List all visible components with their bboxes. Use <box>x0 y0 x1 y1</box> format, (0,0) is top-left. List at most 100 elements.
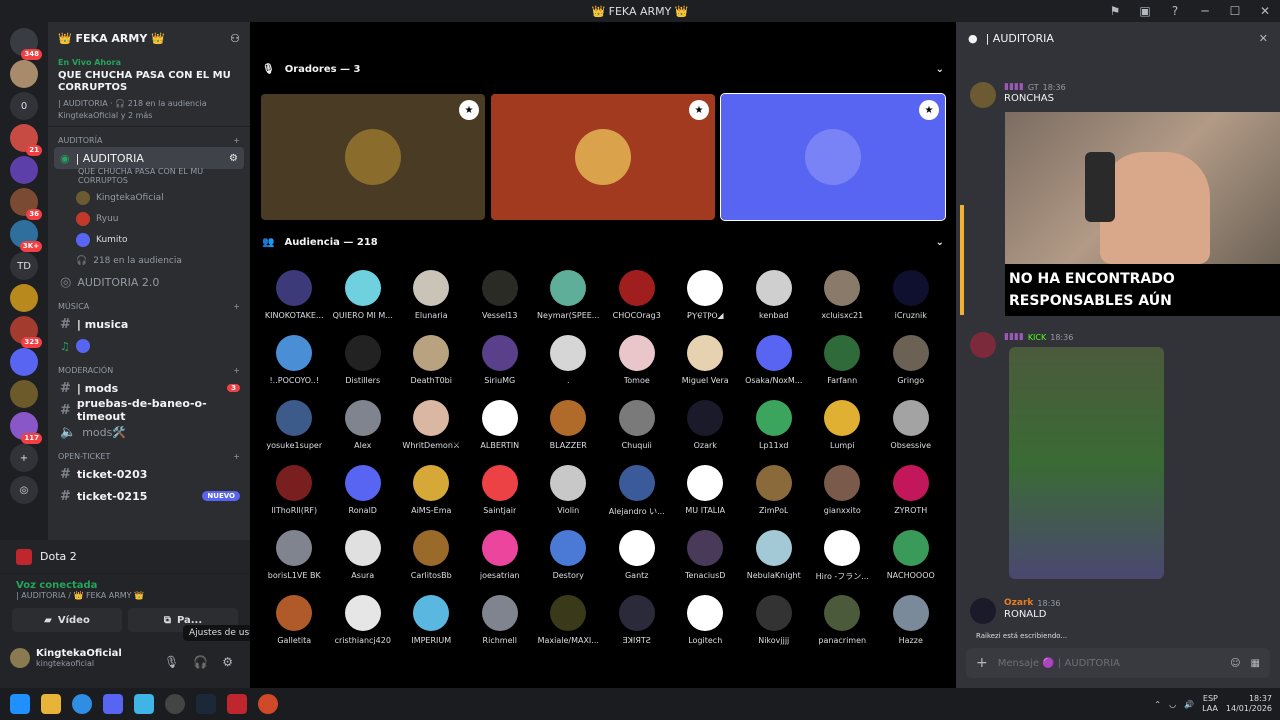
add-member-icon[interactable]: ⚇ <box>230 32 240 45</box>
chevron-down-icon[interactable]: ⌄ <box>936 237 944 248</box>
channel-ticket-0203[interactable]: # ticket-0203 <box>48 463 250 485</box>
audience-member[interactable]: panacrimen <box>808 595 877 652</box>
audience-member[interactable]: Distillers <box>329 335 398 392</box>
audience-member[interactable]: NebulaKnight <box>740 530 809 587</box>
current-user[interactable]: KingtekaOficial kingtekaoficial <box>10 648 122 668</box>
audience-member[interactable]: IMPERIUM <box>397 595 466 652</box>
category-open-ticket[interactable]: OPEN-TICKET + <box>48 449 250 463</box>
audience-member[interactable]: Obsessive <box>877 400 946 457</box>
audience-member[interactable]: Asura <box>329 530 398 587</box>
server-icon[interactable] <box>10 156 38 184</box>
message-input[interactable]: + Mensaje 🟣 | AUDITORIA ☺ ▦ <box>966 648 1270 678</box>
chevron-up-icon[interactable]: ⌃ <box>1154 700 1161 709</box>
guild-header[interactable]: 👑 FEKA ARMY 👑 ⚇ <box>48 22 250 54</box>
headphones-icon[interactable]: 🎧 <box>193 655 208 669</box>
speaker-tile[interactable]: ★ <box>261 94 485 220</box>
server-icon[interactable]: TD <box>10 252 38 280</box>
audience-member[interactable]: Chuquii <box>603 400 672 457</box>
server-icon[interactable]: 21 <box>10 124 42 156</box>
audience-member[interactable]: Hiro -フラン... <box>808 530 877 587</box>
inbox-icon[interactable]: ⚑ <box>1100 4 1130 18</box>
dota-icon[interactable] <box>227 694 247 714</box>
voice-location[interactable]: | AUDITORIA / 👑 FEKA ARMY 👑 <box>16 591 234 600</box>
server-icon[interactable] <box>10 60 38 88</box>
audience-member[interactable]: QUIERO MI M... <box>329 270 398 327</box>
channel-settings-icon[interactable]: ⚙ <box>229 153 238 164</box>
audience-member[interactable]: Hazze <box>877 595 946 652</box>
voice-member[interactable]: Ryuu <box>48 208 250 229</box>
audience-count[interactable]: 🎧 218 en la audiencia <box>48 250 250 271</box>
server-icon[interactable] <box>10 348 38 376</box>
channel-mods[interactable]: # | mods 3 <box>48 377 250 399</box>
channel-musica-voice[interactable]: ♫ <box>48 335 250 357</box>
channel-pruebas[interactable]: # pruebas-de-baneo-o-timeout <box>48 397 250 423</box>
emoji-icon[interactable]: ☺ <box>1230 658 1240 669</box>
channel-musica[interactable]: # | musica <box>48 313 250 335</box>
audience-member[interactable]: AiMS-Ema <box>397 465 466 522</box>
speaker-tile[interactable]: ★ <box>720 93 946 221</box>
speaker-tile[interactable]: ★ <box>491 94 715 220</box>
category-musica[interactable]: MÚSICA + <box>48 299 250 313</box>
server-icon[interactable]: 117 <box>10 412 42 444</box>
audience-member[interactable]: borisL1VE BK <box>260 530 329 587</box>
steam-icon[interactable] <box>196 694 216 714</box>
audience-member[interactable]: Destory <box>534 530 603 587</box>
channel-ticket-0215[interactable]: # ticket-0215 NUEVO <box>48 485 250 507</box>
channel-auditoria[interactable]: ◉ | AUDITORIA ⚙ <box>54 147 244 169</box>
explore-icon[interactable]: ◎ <box>10 476 38 504</box>
plus-icon[interactable]: + <box>976 655 988 671</box>
audience-member[interactable]: ALBERTIN <box>466 400 535 457</box>
audience-member[interactable]: Gantz <box>603 530 672 587</box>
audience-member[interactable]: Gringo <box>877 335 946 392</box>
server-icon[interactable] <box>10 380 38 408</box>
audience-member[interactable]: MU ITALIA <box>671 465 740 522</box>
edge-icon[interactable] <box>72 694 92 714</box>
audience-member[interactable]: Nikovjjjj <box>740 595 809 652</box>
embedded-video[interactable] <box>1005 112 1280 264</box>
audience-member[interactable]: kenbad <box>740 270 809 327</box>
chevron-down-icon[interactable]: ⌄ <box>936 64 944 75</box>
audience-member[interactable]: Maxiale/MAXI... <box>534 595 603 652</box>
notepad-icon[interactable] <box>134 694 154 714</box>
audience-member[interactable]: Vessel13 <box>466 270 535 327</box>
channel-auditoria-2[interactable]: ◎ AUDITORIA 2.0 <box>48 271 250 293</box>
audience-member[interactable]: KINOKOTAKE... <box>260 270 329 327</box>
audience-member[interactable]: DeathT0bi <box>397 335 466 392</box>
apps-icon[interactable]: ▦ <box>1251 658 1260 669</box>
minimize-button[interactable]: ─ <box>1190 4 1220 18</box>
app-icon[interactable] <box>165 694 185 714</box>
speakers-header[interactable]: 🎙 Oradores — 3 ⌄ <box>250 56 956 82</box>
avatar[interactable] <box>970 598 996 624</box>
audience-member[interactable]: TenaciusD <box>671 530 740 587</box>
file-explorer-icon[interactable] <box>41 694 61 714</box>
clock[interactable]: 18:37 14/01/2026 <box>1226 694 1272 714</box>
audience-member[interactable]: CHOCOrag3 <box>603 270 672 327</box>
server-icon[interactable]: 0 <box>10 92 38 120</box>
audience-member[interactable]: Alex <box>329 400 398 457</box>
close-window-button[interactable]: ✕ <box>1250 4 1280 18</box>
audience-member[interactable]: CarlitosBb <box>397 530 466 587</box>
voice-member[interactable]: Kumito <box>48 229 250 250</box>
language-indicator[interactable]: ESP LAA <box>1202 694 1218 714</box>
message-placeholder[interactable]: Mensaje 🟣 | AUDITORIA <box>998 658 1120 669</box>
audience-member[interactable]: Elunaria <box>397 270 466 327</box>
close-icon[interactable]: ✕ <box>1259 32 1268 45</box>
wifi-icon[interactable]: ◡ <box>1169 700 1176 709</box>
audience-member[interactable]: Farfann <box>808 335 877 392</box>
maximize-button[interactable]: ☐ <box>1220 4 1250 18</box>
audience-member[interactable]: !..POCOYO..! <box>260 335 329 392</box>
audience-member[interactable]: joesatrian <box>466 530 535 587</box>
screen-icon[interactable]: ▣ <box>1130 4 1160 18</box>
audience-member[interactable]: ZYROTH <box>877 465 946 522</box>
audience-member[interactable]: xcluisxc21 <box>808 270 877 327</box>
add-channel-icon[interactable]: + <box>233 136 240 145</box>
audience-member[interactable]: Alejandro い... <box>603 465 672 522</box>
audience-member[interactable]: NACHOOOO <box>877 530 946 587</box>
audience-member[interactable]: Ozark <box>671 400 740 457</box>
audience-member[interactable]: yosuke1super <box>260 400 329 457</box>
windows-start-icon[interactable] <box>10 694 30 714</box>
audience-member[interactable]: cristhiancj420 <box>329 595 398 652</box>
volume-icon[interactable]: 🔊 <box>1184 700 1194 709</box>
audience-member[interactable]: Logitech <box>671 595 740 652</box>
discord-icon[interactable] <box>103 694 123 714</box>
